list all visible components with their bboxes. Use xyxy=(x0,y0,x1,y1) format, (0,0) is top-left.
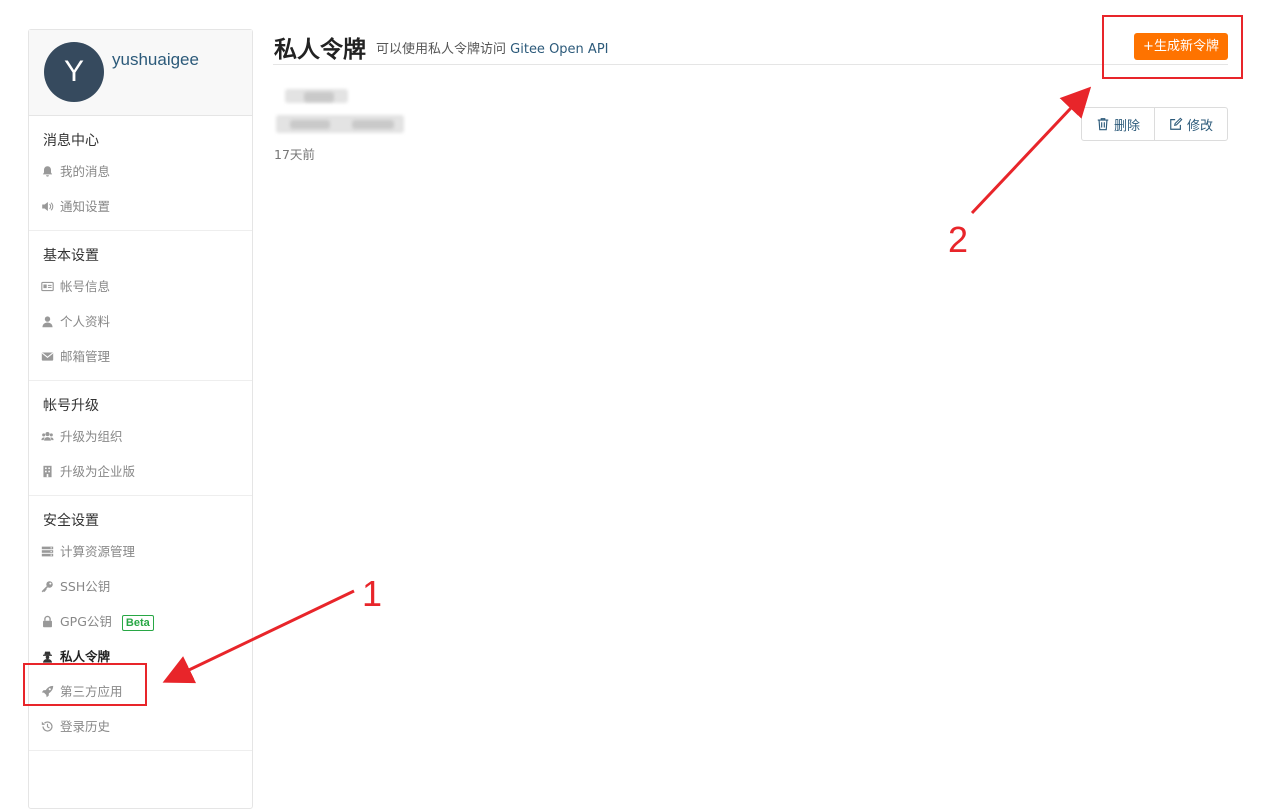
sidebar-item-label: 升级为企业版 xyxy=(60,464,136,479)
annotation-arrow-2 xyxy=(970,86,1092,215)
server-icon xyxy=(41,546,54,557)
sidebar-item-account-info[interactable]: 帐号信息 xyxy=(29,269,252,304)
sidebar-item-label: 我的消息 xyxy=(60,164,111,179)
sidebar-item-my-messages[interactable]: 我的消息 xyxy=(29,154,252,189)
username[interactable]: yushuaigee xyxy=(112,50,199,70)
annotation-box-new-token xyxy=(1102,15,1243,79)
sidebar-item-gpg-keys[interactable]: GPG公钥 Beta xyxy=(29,604,252,639)
trash-icon xyxy=(1097,118,1109,131)
history-icon xyxy=(41,721,53,732)
edit-token-button[interactable]: 修改 xyxy=(1154,108,1227,140)
sidebar-item-profile[interactable]: 个人资料 xyxy=(29,304,252,339)
sidebar-item-label: 通知设置 xyxy=(60,199,111,214)
section-title: 安全设置 xyxy=(43,513,99,529)
gitee-open-api-link[interactable]: Gitee Open API xyxy=(510,42,608,57)
token-actions: 删除 修改 xyxy=(1081,107,1228,141)
sidebar-item-label: GPG公钥 xyxy=(60,614,112,629)
sidebar-item-label: 私人令牌 xyxy=(60,649,111,664)
sidebar-section-security: 安全设置 计算资源管理 SSH公钥 GPG公钥 Beta 私人令牌 第三方应用 … xyxy=(29,496,252,751)
annotation-number-1: 1 xyxy=(362,573,383,614)
sidebar-section-messages: 消息中心 我的消息 通知设置 xyxy=(29,116,252,231)
user-secret-icon xyxy=(43,651,52,663)
sidebar-item-email-management[interactable]: 邮箱管理 xyxy=(29,339,252,374)
annotation-box-private-token xyxy=(23,663,147,706)
sidebar-item-label: 计算资源管理 xyxy=(60,544,136,559)
section-title: 基本设置 xyxy=(43,248,99,264)
sidebar-section-basic: 基本设置 帐号信息 个人资料 邮箱管理 xyxy=(29,231,252,381)
profile-card: Y yushuaigee xyxy=(29,30,252,116)
volume-icon xyxy=(42,202,54,211)
sidebar-item-upgrade-org[interactable]: 升级为组织 xyxy=(29,419,252,454)
sidebar-item-label: SSH公钥 xyxy=(60,579,111,594)
key-icon xyxy=(41,581,53,593)
page-subtitle: 可以使用私人令牌访问 Gitee Open API xyxy=(376,38,609,57)
envelope-icon xyxy=(41,352,54,361)
users-icon xyxy=(41,432,54,441)
redacted-token-scope-detail xyxy=(290,120,330,129)
delete-token-button[interactable]: 删除 xyxy=(1082,108,1154,140)
sidebar-item-upgrade-enterprise[interactable]: 升级为企业版 xyxy=(29,454,252,489)
redacted-token-scope-detail-2 xyxy=(352,120,394,129)
page-title: 私人令牌 xyxy=(274,37,366,63)
sidebar-item-login-history[interactable]: 登录历史 xyxy=(29,709,252,744)
lock-icon xyxy=(43,615,52,628)
sidebar-item-label: 个人资料 xyxy=(60,314,111,329)
subtitle-text: 可以使用私人令牌访问 xyxy=(376,42,507,57)
beta-badge: Beta xyxy=(121,614,154,631)
edit-icon xyxy=(1170,117,1183,130)
user-icon xyxy=(42,316,53,328)
sidebar-item-label: 帐号信息 xyxy=(60,279,111,294)
sidebar-item-compute-resources[interactable]: 计算资源管理 xyxy=(29,534,252,569)
sidebar-item-label: 升级为组织 xyxy=(60,429,123,444)
section-title: 帐号升级 xyxy=(43,398,99,414)
building-icon xyxy=(43,465,52,478)
section-title: 消息中心 xyxy=(43,133,99,149)
redacted-token-name-detail xyxy=(304,92,334,102)
title-divider xyxy=(273,64,1228,65)
delete-label: 删除 xyxy=(1113,118,1140,134)
sidebar-item-label: 邮箱管理 xyxy=(60,349,111,364)
sidebar-item-ssh-keys[interactable]: SSH公钥 xyxy=(29,569,252,604)
sidebar-section-upgrade: 帐号升级 升级为组织 升级为企业版 xyxy=(29,381,252,496)
sidebar-item-notification-settings[interactable]: 通知设置 xyxy=(29,189,252,224)
sidebar-item-label: 登录历史 xyxy=(60,719,111,734)
token-created-time: 17天前 xyxy=(274,147,315,162)
bell-icon xyxy=(42,166,53,177)
id-card-icon xyxy=(41,281,54,292)
annotation-number-2: 2 xyxy=(948,219,969,260)
avatar[interactable]: Y xyxy=(44,42,104,102)
edit-label: 修改 xyxy=(1186,118,1213,134)
